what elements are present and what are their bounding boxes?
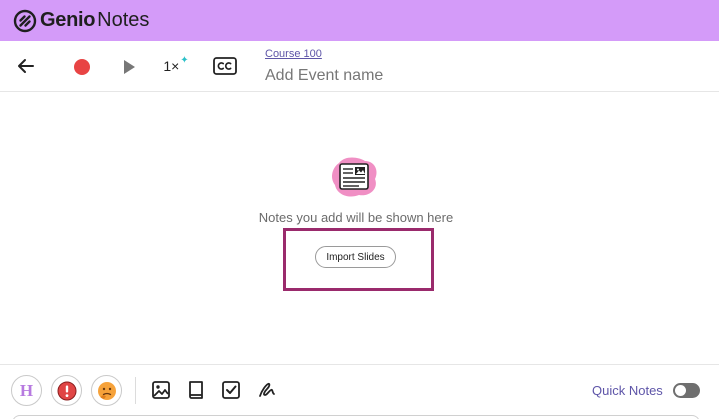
- back-arrow-icon: [18, 59, 34, 73]
- back-button[interactable]: [14, 54, 38, 78]
- slides-placeholder-icon: [332, 157, 377, 197]
- important-button[interactable]: [51, 375, 82, 406]
- brand-name: Genio Notes: [40, 9, 149, 32]
- note-format-bar: H Quick Notes: [0, 364, 719, 419]
- toggle-knob: [675, 385, 686, 396]
- import-slides-button[interactable]: Import Slides: [315, 246, 396, 268]
- confused-button[interactable]: [91, 375, 122, 406]
- checkbox-icon: [222, 381, 240, 399]
- playback-speed-button[interactable]: 1× ✦: [160, 53, 192, 79]
- format-divider: [135, 377, 136, 404]
- confused-icon: [97, 381, 116, 400]
- empty-notes-message: Notes you add will be shown here: [258, 210, 454, 225]
- brand-name-bold: Genio: [40, 9, 96, 31]
- book-icon: [189, 381, 203, 399]
- record-button[interactable]: [70, 55, 94, 79]
- record-icon: [74, 59, 90, 75]
- heading-button[interactable]: H: [11, 375, 42, 406]
- draw-icon: [259, 382, 275, 397]
- play-button[interactable]: [118, 55, 140, 79]
- insert-image-button[interactable]: [150, 379, 172, 401]
- heading-icon: H: [19, 380, 34, 400]
- quick-notes-label: Quick Notes: [592, 383, 663, 398]
- closed-captions-button[interactable]: [212, 55, 238, 77]
- event-name-input[interactable]: [265, 65, 685, 87]
- image-icon: [152, 381, 170, 399]
- notes-area: Notes you add will be shown here Import …: [0, 92, 719, 364]
- insert-book-button[interactable]: [185, 379, 207, 401]
- brand-bar: Genio Notes: [0, 0, 719, 41]
- quick-notes-toggle[interactable]: [673, 383, 700, 398]
- brand-name-regular: Notes: [97, 9, 150, 31]
- note-input-edge[interactable]: [12, 415, 700, 419]
- important-icon: [57, 381, 76, 400]
- course-link[interactable]: Course 100: [265, 48, 322, 60]
- genio-logo-icon: [13, 9, 37, 32]
- play-icon: [124, 60, 135, 74]
- recording-toolbar: 1× ✦ Course 100: [0, 41, 719, 92]
- sparkle-icon: ✦: [180, 54, 189, 66]
- draw-button[interactable]: [256, 379, 278, 401]
- closed-captions-icon: [213, 57, 237, 75]
- speed-label: 1×: [163, 58, 180, 74]
- insert-checkbox-button[interactable]: [220, 379, 242, 401]
